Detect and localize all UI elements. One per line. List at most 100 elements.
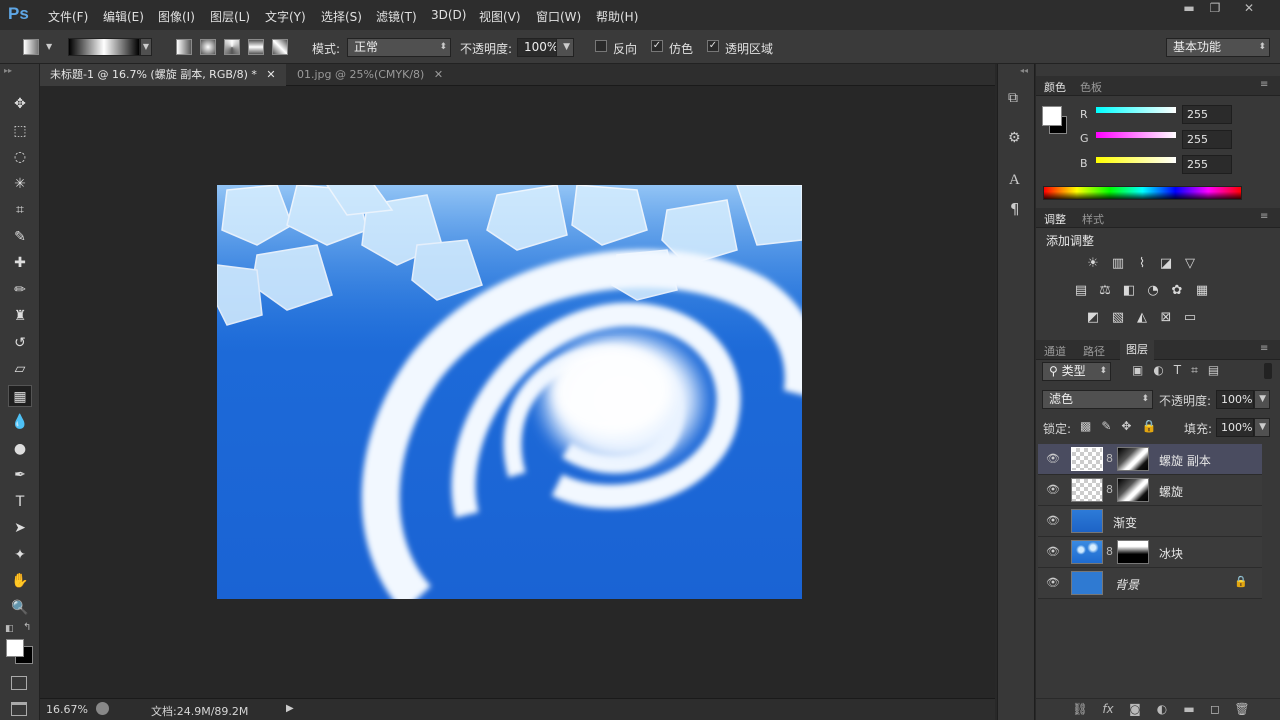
link-layers-icon[interactable]: ⛓ bbox=[1070, 702, 1090, 716]
collapse-icon[interactable]: ◂◂ bbox=[1020, 66, 1028, 75]
layer-row[interactable]: 👁 8 螺旋 bbox=[1038, 475, 1262, 506]
channel-r-slider[interactable] bbox=[1096, 107, 1176, 113]
menu-window[interactable]: 窗口(W) bbox=[536, 8, 581, 25]
character-panel-icon[interactable]: A bbox=[1009, 172, 1020, 189]
tab-01-jpg[interactable]: 01.jpg @ 25%(CMYK/8) ✕ bbox=[287, 64, 453, 86]
vibrance-icon[interactable]: ▽ bbox=[1181, 255, 1199, 273]
restore-button[interactable]: ❐ bbox=[1202, 0, 1228, 16]
properties-panel-icon[interactable]: ⚙ bbox=[1008, 130, 1021, 146]
linear-gradient-icon[interactable] bbox=[176, 39, 192, 55]
threshold-icon[interactable]: ◭ bbox=[1133, 309, 1151, 327]
color-lookup-icon[interactable]: ▦ bbox=[1193, 282, 1211, 300]
hand-tool-icon[interactable]: ✋ bbox=[8, 570, 32, 592]
panel-menu-icon[interactable]: ≡ bbox=[1260, 79, 1268, 90]
healing-brush-tool-icon[interactable]: ✚ bbox=[8, 252, 32, 274]
gradient-tool-preset-icon[interactable] bbox=[23, 39, 39, 55]
menu-select[interactable]: 选择(S) bbox=[321, 8, 362, 25]
panel-menu-icon[interactable]: ≡ bbox=[1260, 343, 1268, 354]
photo-filter-icon[interactable]: ◔ bbox=[1144, 282, 1162, 300]
gradient-map-icon[interactable]: ▭ bbox=[1181, 309, 1199, 327]
layer-filter-select[interactable]: ⚲ 类型 ⬍ bbox=[1042, 362, 1111, 381]
minimize-button[interactable]: ▬ bbox=[1176, 0, 1202, 16]
reflected-gradient-icon[interactable] bbox=[248, 39, 264, 55]
eye-icon[interactable]: 👁 bbox=[1046, 545, 1060, 558]
channel-g-slider[interactable] bbox=[1096, 132, 1176, 138]
collapse-icon[interactable]: ▸▸ bbox=[4, 66, 12, 75]
new-layer-icon[interactable]: ◻ bbox=[1205, 702, 1225, 716]
lasso-tool-icon[interactable]: ◌ bbox=[8, 146, 32, 168]
channel-g-input[interactable]: 255 bbox=[1182, 130, 1232, 149]
close-button[interactable]: ✕ bbox=[1236, 0, 1262, 16]
eraser-tool-icon[interactable]: ▱ bbox=[8, 358, 32, 380]
quick-mask-icon[interactable] bbox=[11, 676, 27, 690]
layer-mask-thumbnail[interactable] bbox=[1117, 540, 1149, 564]
add-mask-icon[interactable]: ◙ bbox=[1125, 702, 1145, 716]
adjustment-layer-icon[interactable]: ◐ bbox=[1152, 702, 1172, 716]
layer-opacity-dropdown[interactable]: ▼ bbox=[1254, 390, 1270, 409]
history-brush-tool-icon[interactable]: ↺ bbox=[8, 332, 32, 354]
channel-b-slider[interactable] bbox=[1096, 157, 1176, 163]
new-group-icon[interactable]: ▬ bbox=[1179, 702, 1199, 716]
lock-icons[interactable]: ▩✎✥🔒 bbox=[1080, 419, 1166, 433]
zoom-tool-icon[interactable]: 🔍 bbox=[8, 597, 32, 619]
invert-icon[interactable]: ◩ bbox=[1084, 309, 1102, 327]
tab-channels[interactable]: 通道 bbox=[1044, 343, 1066, 359]
dodge-tool-icon[interactable]: ● bbox=[8, 438, 32, 460]
panel-menu-icon[interactable]: ≡ bbox=[1260, 211, 1268, 222]
menu-file[interactable]: 文件(F) bbox=[48, 8, 88, 25]
layer-mask-thumbnail[interactable] bbox=[1117, 478, 1149, 502]
clone-stamp-tool-icon[interactable]: ♜ bbox=[8, 305, 32, 327]
default-colors-icon[interactable]: ◧ bbox=[5, 624, 14, 634]
filter-toggle[interactable] bbox=[1264, 363, 1272, 379]
brightness-contrast-icon[interactable]: ☀ bbox=[1084, 255, 1102, 273]
menu-image[interactable]: 图像(I) bbox=[158, 8, 195, 25]
levels-icon[interactable]: ▥ bbox=[1109, 255, 1127, 273]
menu-layer[interactable]: 图层(L) bbox=[210, 8, 250, 25]
gradient-dropdown-arrow[interactable]: ▼ bbox=[140, 38, 152, 56]
shape-tool-icon[interactable]: ✦ bbox=[8, 544, 32, 566]
channel-r-input[interactable]: 255 bbox=[1182, 105, 1232, 124]
tab-paths[interactable]: 路径 bbox=[1083, 343, 1105, 359]
menu-view[interactable]: 视图(V) bbox=[479, 8, 521, 25]
document-canvas[interactable] bbox=[217, 185, 802, 599]
exposure-icon[interactable]: ◪ bbox=[1157, 255, 1175, 273]
reverse-checkbox[interactable] bbox=[595, 40, 607, 52]
radial-gradient-icon[interactable] bbox=[200, 39, 216, 55]
chevron-down-icon[interactable]: ▼ bbox=[46, 42, 52, 51]
crop-tool-icon[interactable]: ⌗ bbox=[8, 199, 32, 221]
marquee-tool-icon[interactable]: ⬚ bbox=[8, 120, 32, 142]
trash-icon[interactable]: 🗑 bbox=[1232, 702, 1252, 716]
mode-select[interactable]: 正常 ⬍ bbox=[347, 38, 451, 57]
gradient-picker[interactable] bbox=[68, 38, 140, 56]
zoom-level[interactable]: 16.67% bbox=[46, 703, 88, 716]
tab-adjustments[interactable]: 调整 bbox=[1044, 211, 1066, 227]
move-tool-icon[interactable]: ✥ bbox=[8, 93, 32, 115]
blend-mode-select[interactable]: 滤色 ⬍ bbox=[1042, 390, 1153, 409]
screen-mode-icon[interactable] bbox=[11, 702, 27, 716]
history-panel-icon[interactable]: ⧉ bbox=[1008, 90, 1018, 106]
channel-mixer-icon[interactable]: ✿ bbox=[1168, 282, 1186, 300]
layer-row[interactable]: 👁 8 冰块 bbox=[1038, 537, 1262, 568]
paragraph-panel-icon[interactable]: ¶ bbox=[1010, 200, 1020, 218]
tab-close-icon[interactable]: ✕ bbox=[434, 68, 443, 81]
layer-filter-icons[interactable]: ▣◐T⌗▤ bbox=[1132, 363, 1229, 378]
opacity-dropdown[interactable]: ▼ bbox=[556, 38, 574, 57]
layer-mask-thumbnail[interactable] bbox=[1117, 447, 1149, 471]
color-fg-swatch[interactable] bbox=[1042, 106, 1062, 126]
swap-colors-icon[interactable]: ↰ bbox=[23, 622, 31, 633]
eye-icon[interactable]: 👁 bbox=[1046, 483, 1060, 496]
eye-icon[interactable]: 👁 bbox=[1046, 452, 1060, 465]
layer-opacity-input[interactable]: 100% bbox=[1216, 390, 1254, 409]
tab-layers[interactable]: 图层 bbox=[1120, 340, 1154, 360]
pen-tool-icon[interactable]: ✒ bbox=[8, 464, 32, 486]
brush-tool-icon[interactable]: ✏ bbox=[8, 279, 32, 301]
type-tool-icon[interactable]: T bbox=[8, 491, 32, 513]
status-info-icon[interactable] bbox=[96, 702, 109, 715]
tab-styles[interactable]: 样式 bbox=[1082, 211, 1104, 227]
opacity-input[interactable]: 100% bbox=[517, 38, 558, 57]
tab-swatches[interactable]: 色板 bbox=[1080, 79, 1102, 95]
diamond-gradient-icon[interactable] bbox=[272, 39, 288, 55]
foreground-color-swatch[interactable] bbox=[6, 639, 24, 657]
status-menu-arrow-icon[interactable]: ▶ bbox=[286, 703, 294, 714]
hue-saturation-icon[interactable]: ▤ bbox=[1072, 282, 1090, 300]
